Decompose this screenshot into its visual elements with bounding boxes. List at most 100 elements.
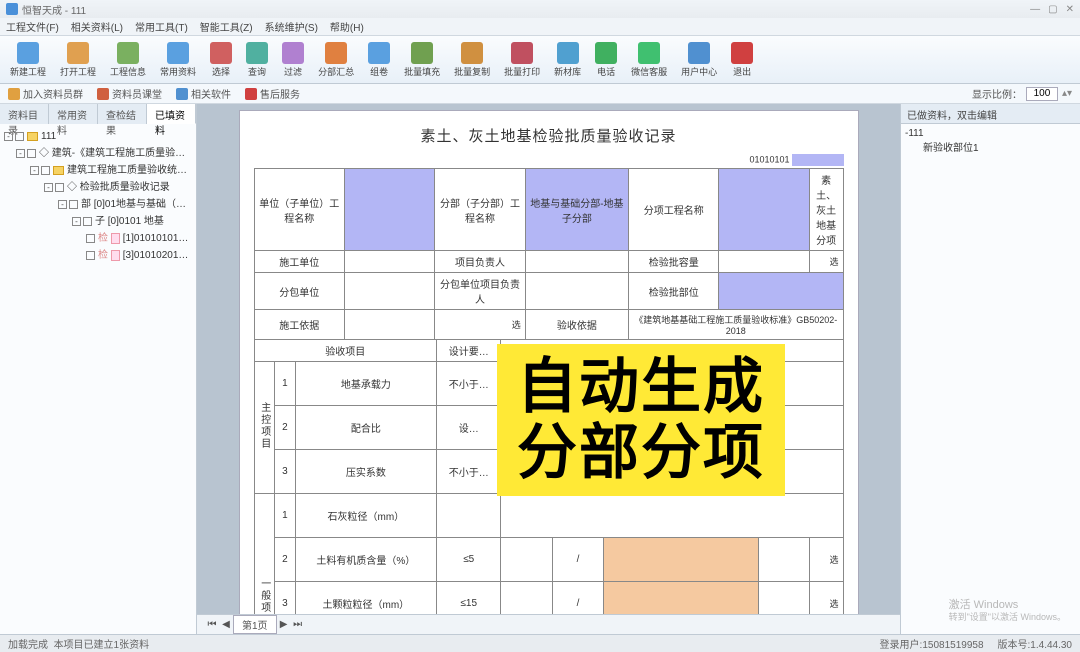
toolbar-button[interactable]: 过滤 — [276, 40, 310, 80]
toolbar-icon — [595, 42, 617, 64]
page-prev-icon[interactable]: ◀ — [219, 619, 233, 630]
main-toolbar: 新建工程 打开工程 工程信息 常用资料 选择 查询 过滤 分部汇总 组卷 批量填充 批量复制 批量打印… — [0, 36, 1080, 84]
ratio-stepper-icon[interactable]: ▴▾ — [1062, 88, 1072, 99]
page-last-icon[interactable]: ⏭ — [291, 619, 305, 630]
ratio-label: 显示比例： — [972, 86, 1022, 101]
toolbar-button[interactable]: 工程信息 — [104, 40, 152, 80]
overlay-banner: 自动生成 分部分项 — [497, 344, 785, 496]
toolbar-icon — [557, 42, 579, 64]
window-title: 恒智天成 - 111 — [22, 2, 86, 17]
right-panel-header: 已做资料，双击编辑 — [901, 104, 1080, 124]
toolbar-label: 过滤 — [284, 65, 302, 78]
toolbar-label: 常用资料 — [160, 65, 196, 78]
page-next-icon[interactable]: ▶ — [277, 619, 291, 630]
left-tab[interactable]: 查检结果 — [98, 104, 147, 124]
toolbar-button[interactable]: 批量复制 — [448, 40, 496, 80]
toolbar-icon — [67, 42, 89, 64]
toolbar-label: 电话 — [597, 65, 615, 78]
toolbar-button[interactable]: 打开工程 — [54, 40, 102, 80]
sub-toolbar: 加入资料员群资料员课堂相关软件售后服务 显示比例： ▴▾ — [0, 84, 1080, 104]
left-tab[interactable]: 资料目录 — [0, 104, 49, 124]
titlebar: 恒智天成 - 111 — ▢ ✕ — [0, 0, 1080, 18]
toolbar-label: 批量填充 — [404, 65, 440, 78]
left-panel: 资料目录常用资料查检结果已填资料 -111 -◇ 建筑-《建筑工程施工质量验收统… — [0, 104, 197, 634]
menu-item[interactable]: 智能工具(Z) — [200, 19, 253, 34]
toolbar-label: 选择 — [212, 65, 230, 78]
toolbar-label: 查询 — [248, 65, 266, 78]
toolbar-icon — [638, 42, 660, 64]
statusbar: 加载完成 本项目已建立1张资料 登录用户:15081519958 版本号:1.4… — [0, 634, 1080, 652]
app-icon — [6, 3, 18, 15]
toolbar-icon — [688, 42, 710, 64]
toolbar-icon — [167, 42, 189, 64]
toolbar-button[interactable]: 电话 — [589, 40, 623, 80]
toolbar-label: 新材库 — [554, 65, 581, 78]
menu-item[interactable]: 帮助(H) — [330, 19, 364, 34]
toolbar-label: 退出 — [733, 65, 751, 78]
toolbar-button[interactable]: 微信客服 — [625, 40, 673, 80]
toolbar-button[interactable]: 批量打印 — [498, 40, 546, 80]
left-tabs: 资料目录常用资料查检结果已填资料 — [0, 104, 196, 124]
menu-item[interactable]: 相关资料(L) — [71, 19, 123, 34]
toolbar-button[interactable]: 常用资料 — [154, 40, 202, 80]
toolbar-icon — [461, 42, 483, 64]
maximize-icon[interactable]: ▢ — [1048, 4, 1057, 15]
toolbar-button[interactable]: 新建工程 — [4, 40, 52, 80]
subtoolbar-icon — [97, 88, 109, 100]
left-tab[interactable]: 已填资料 — [147, 104, 196, 124]
toolbar-button[interactable]: 分部汇总 — [312, 40, 360, 80]
toolbar-icon — [368, 42, 390, 64]
page-label: 第1页 — [233, 615, 277, 634]
menu-item[interactable]: 常用工具(T) — [135, 19, 188, 34]
subtoolbar-item[interactable]: 资料员课堂 — [97, 86, 162, 101]
toolbar-label: 批量复制 — [454, 65, 490, 78]
toolbar-icon — [411, 42, 433, 64]
menubar: 工程文件(F) 相关资料(L) 常用工具(T) 智能工具(Z) 系统维护(S) 帮助(H) — [0, 18, 1080, 36]
subtoolbar-item[interactable]: 加入资料员群 — [8, 86, 83, 101]
toolbar-icon — [246, 42, 268, 64]
minimize-icon[interactable]: — — [1030, 4, 1040, 15]
toolbar-icon — [511, 42, 533, 64]
toolbar-button[interactable]: 组卷 — [362, 40, 396, 80]
menu-item[interactable]: 工程文件(F) — [6, 19, 59, 34]
doc-pager: ⏮ ◀ 第1页 ▶ ⏭ — [197, 614, 900, 634]
right-tree[interactable]: -111 新验收部位1 — [901, 124, 1080, 634]
subtoolbar-icon — [8, 88, 20, 100]
toolbar-label: 批量打印 — [504, 65, 540, 78]
toolbar-label: 新建工程 — [10, 65, 46, 78]
toolbar-button[interactable]: 选择 — [204, 40, 238, 80]
windows-watermark: 激活 Windows 转到"设置"以激活 Windows。 — [949, 598, 1066, 624]
toolbar-icon — [17, 42, 39, 64]
toolbar-button[interactable]: 新材库 — [548, 40, 587, 80]
subtoolbar-icon — [176, 88, 188, 100]
left-tab[interactable]: 常用资料 — [49, 104, 98, 124]
close-icon[interactable]: ✕ — [1066, 4, 1074, 15]
toolbar-icon — [325, 42, 347, 64]
document-viewer: 素土、灰土地基检验批质量验收记录 01010101 单位（子单位）工程名称 分部… — [197, 104, 900, 634]
toolbar-icon — [282, 42, 304, 64]
doc-code: 01010101 — [254, 154, 844, 166]
ratio-input[interactable] — [1026, 87, 1058, 101]
toolbar-button[interactable]: 批量填充 — [398, 40, 446, 80]
menu-item[interactable]: 系统维护(S) — [265, 19, 318, 34]
project-tree[interactable]: -111 -◇ 建筑-《建筑工程施工质量验收统一标准》G… -建筑工程施工质量验… — [0, 124, 196, 634]
toolbar-label: 用户中心 — [681, 65, 717, 78]
toolbar-label: 打开工程 — [60, 65, 96, 78]
toolbar-label: 微信客服 — [631, 65, 667, 78]
subtoolbar-icon — [245, 88, 257, 100]
toolbar-icon — [210, 42, 232, 64]
toolbar-icon — [117, 42, 139, 64]
toolbar-button[interactable]: 退出 — [725, 40, 759, 80]
toolbar-label: 分部汇总 — [318, 65, 354, 78]
toolbar-label: 工程信息 — [110, 65, 146, 78]
page-first-icon[interactable]: ⏮ — [205, 619, 219, 630]
subtoolbar-item[interactable]: 售后服务 — [245, 86, 300, 101]
toolbar-label: 组卷 — [370, 65, 388, 78]
toolbar-icon — [731, 42, 753, 64]
toolbar-button[interactable]: 查询 — [240, 40, 274, 80]
toolbar-button[interactable]: 用户中心 — [675, 40, 723, 80]
doc-title: 素土、灰土地基检验批质量验收记录 — [254, 125, 844, 146]
subtoolbar-item[interactable]: 相关软件 — [176, 86, 231, 101]
header-grid: 单位（子单位）工程名称 分部（子分部）工程名称地基与基础分部-地基子分部 分项工… — [254, 168, 844, 340]
right-panel: 已做资料，双击编辑 -111 新验收部位1 — [900, 104, 1080, 634]
